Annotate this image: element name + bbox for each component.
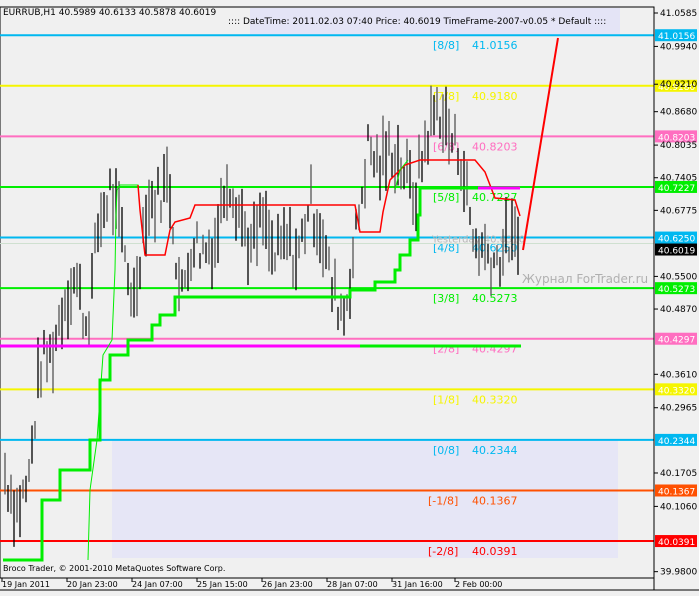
murrey-tag: [-1/8]	[428, 494, 458, 507]
price-level-badge-text: 40.3320	[658, 386, 695, 396]
price-level-badge-text: 40.4297	[658, 336, 695, 346]
x-tick-label: 31 Jan 16:00	[392, 580, 443, 589]
y-tick-label: 40.1060	[660, 502, 697, 512]
time-axis: 19 Jan 2011 20 Jan 23:00 24 Jan 07:00 25 Ja…	[1, 578, 502, 589]
price-level-badge-text: 40.6250	[658, 235, 695, 245]
y-tick-label: 40.8680	[660, 108, 697, 118]
price-level-badge-text: 40.7227	[658, 184, 695, 194]
x-tick-label: 19 Jan 2011	[2, 580, 50, 589]
watermark: Журнал ForTrader.ru	[522, 272, 649, 286]
x-tick-label: 24 Jan 07:00	[132, 580, 183, 589]
murrey-tag: [3/8]	[433, 292, 459, 305]
murrey-value: 40.3320	[472, 393, 518, 406]
y-tick-label: 40.3610	[660, 370, 697, 380]
price-level-badge-text: 40.1367	[658, 487, 695, 497]
x-tick-label: 28 Jan 07:00	[327, 580, 378, 589]
murrey-value: 40.1367	[472, 494, 518, 507]
price-chart[interactable]: [8/8] 41.0156[7/8] 40.9180[6/8] 40.8203[5/8…	[0, 0, 699, 596]
y-tick-label: 40.2965	[660, 404, 697, 414]
yesterday-label: Yesterday 40.6310	[431, 234, 525, 245]
y-tick-label: 40.8035	[660, 141, 697, 151]
x-tick-label: 2 Feb 00:00	[455, 580, 502, 589]
murrey-tag: [1/8]	[433, 393, 459, 406]
y-tick-label: 40.4870	[660, 305, 697, 315]
x-tick-label: 25 Jan 15:00	[197, 580, 248, 589]
copyright: Broco Trader, © 2001-2010 MetaQuotes Sof…	[3, 564, 226, 573]
murrey-value: 40.5273	[472, 292, 518, 305]
y-tick-label: 40.7405	[660, 174, 697, 184]
y-tick-label: 40.6775	[660, 206, 697, 216]
murrey-tag: [0/8]	[433, 444, 459, 457]
murrey-value: 40.2344	[472, 444, 518, 457]
symbol-info: EURRUB,H1 40.5989 40.6133 40.5878 40.601…	[3, 8, 217, 18]
price-level-badge-text: 40.0391	[658, 538, 695, 548]
y-tick-label: 41.0585	[660, 9, 697, 19]
price-level-badge-text: 40.5273	[658, 285, 695, 295]
murrey-value: 40.8203	[472, 140, 518, 153]
x-tick-label: 26 Jan 23:00	[262, 580, 313, 589]
price-level-badge-text: 41.0156	[658, 32, 695, 42]
y-tick-label: 40.5500	[660, 272, 697, 282]
current-price-text: 40.6019	[658, 247, 695, 257]
info-bar: :::: DateTime: 2011.02.03 07:40 Price: 4…	[228, 17, 607, 27]
murrey-value: 40.0391	[472, 545, 518, 558]
murrey-tag: [8/8]	[433, 39, 459, 52]
x-tick-label: 20 Jan 23:00	[67, 580, 118, 589]
price-axis: 41.015640.918040.820340.722740.625040.52…	[653, 7, 697, 590]
murrey-value: 40.9180	[472, 90, 518, 103]
y-tick-label: 40.9210	[660, 80, 697, 90]
y-tick-label: 40.1705	[660, 469, 697, 479]
price-level-badge-text: 40.2344	[658, 437, 695, 447]
murrey-tag: [5/8]	[433, 191, 459, 204]
y-tick-label: 39.9800	[660, 568, 697, 578]
y-tick-label: 40.9940	[660, 42, 697, 52]
murrey-tag: [-2/8]	[428, 545, 458, 558]
murrey-value: 41.0156	[472, 39, 518, 52]
